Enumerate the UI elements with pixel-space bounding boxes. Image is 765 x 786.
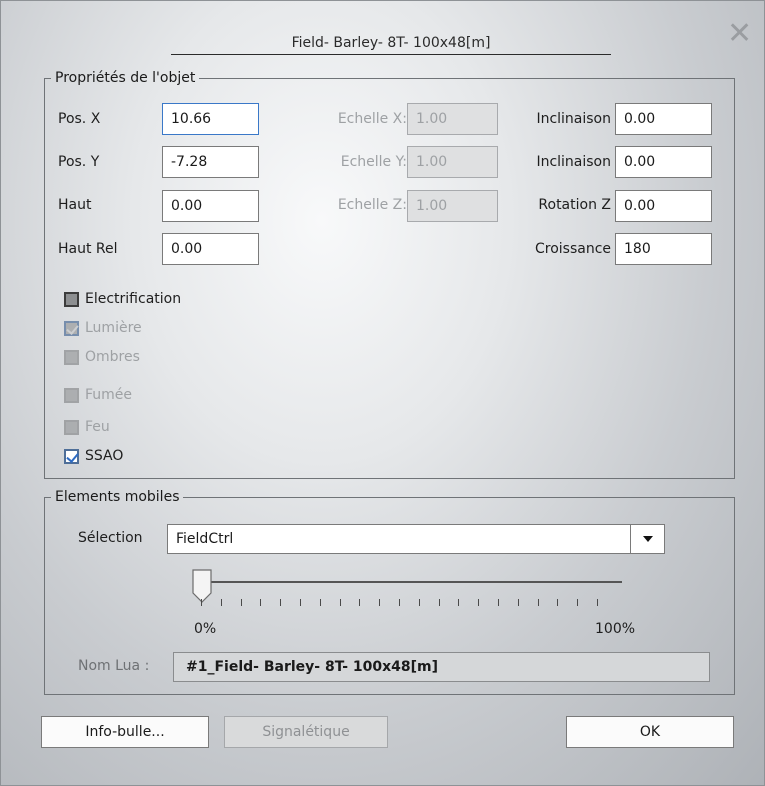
haut-rel-label: Haut Rel (58, 241, 118, 257)
slider-tick (597, 599, 598, 606)
slider-tick (439, 599, 440, 606)
slider-ticks (201, 599, 598, 609)
ombres-checkbox: Ombres (64, 349, 140, 365)
nom-lua-label: Nom Lua : (78, 658, 150, 674)
echelle-z-label: Echelle Z: (337, 197, 407, 213)
slider-max-label: 100% (595, 621, 636, 637)
echelle-y-label: Echelle Y: (340, 154, 407, 170)
slider-tick (458, 599, 459, 606)
slider-tick (359, 599, 360, 606)
echelle-x-input (407, 103, 498, 135)
signaletique-button: Signalétique (224, 716, 388, 748)
echelle-x-label: Echelle X: (337, 111, 407, 127)
ombres-box (64, 349, 79, 365)
lumiere-checkbox: Lumière (64, 320, 142, 336)
selection-label: Sélection (78, 530, 143, 546)
slider-tick (221, 599, 222, 606)
slider-tick (300, 599, 301, 606)
slider-tick (379, 599, 380, 606)
slider-tick (518, 599, 519, 606)
inclinaison-1-input[interactable] (615, 103, 712, 135)
dialog-title-wrap: Field- Barley- 8T- 100x48[m] (171, 35, 611, 51)
pos-x-label: Pos. X (58, 111, 101, 127)
lumiere-label: Lumière (85, 320, 142, 336)
haut-input[interactable] (162, 190, 259, 222)
inclinaison-2-input[interactable] (615, 146, 712, 178)
slider-tick (538, 599, 539, 606)
ombres-label: Ombres (85, 349, 140, 365)
feu-checkbox: Feu (64, 419, 110, 435)
rotation-z-input[interactable] (615, 190, 712, 222)
moving-elements-legend: Elements mobiles (55, 489, 180, 505)
inclinaison-1-label: Inclinaison (536, 111, 611, 127)
electrification-box[interactable] (64, 291, 79, 307)
pos-y-input[interactable] (162, 146, 259, 178)
dropdown-button[interactable] (630, 525, 664, 553)
nom-lua-field: #1_Field- Barley- 8T- 100x48[m] (173, 652, 710, 682)
info-bulle-button[interactable]: Info-bulle... (41, 716, 209, 748)
slider-tick (557, 599, 558, 606)
close-icon[interactable]: ✕ (727, 19, 752, 49)
dialog-title: Field- Barley- 8T- 100x48[m] (291, 35, 491, 51)
object-properties-dialog: Field- Barley- 8T- 100x48[m] ✕ Propriété… (0, 0, 765, 786)
echelle-z-input (407, 190, 498, 222)
haut-rel-input[interactable] (162, 233, 259, 265)
haut-label: Haut (58, 197, 92, 213)
slider-tick (419, 599, 420, 606)
slider-tick (399, 599, 400, 606)
slider-track[interactable] (194, 581, 622, 583)
selection-value: FieldCtrl (176, 531, 234, 547)
croissance-input[interactable] (615, 233, 712, 265)
feu-box (64, 419, 79, 435)
chevron-down-icon (642, 536, 653, 542)
pos-x-input[interactable] (162, 103, 259, 135)
feu-label: Feu (85, 419, 110, 435)
slider-tick (478, 599, 479, 606)
electrification-label: Electrification (85, 291, 182, 307)
object-properties-legend: Propriétés de l'objet (55, 70, 196, 86)
slider-tick (260, 599, 261, 606)
inclinaison-2-label: Inclinaison (536, 154, 611, 170)
ok-button[interactable]: OK (566, 716, 734, 748)
slider-tick (340, 599, 341, 606)
slider-tick (201, 599, 202, 606)
lumiere-box (64, 320, 79, 336)
slider-tick (577, 599, 578, 606)
croissance-label: Croissance (534, 241, 611, 257)
fumee-label: Fumée (85, 387, 133, 403)
ssao-box[interactable] (64, 448, 79, 464)
electrification-checkbox[interactable]: Electrification (64, 291, 181, 307)
ssao-label: SSAO (85, 448, 124, 464)
echelle-y-input (407, 146, 498, 178)
fumee-box (64, 387, 79, 403)
slider-tick (241, 599, 242, 606)
slider-tick (280, 599, 281, 606)
fumee-checkbox: Fumée (64, 387, 132, 403)
pos-y-label: Pos. Y (58, 154, 100, 170)
rotation-z-label: Rotation Z (538, 197, 611, 213)
title-underline (171, 54, 611, 55)
slider-tick (498, 599, 499, 606)
selection-dropdown[interactable]: FieldCtrl (167, 524, 665, 554)
slider-tick (320, 599, 321, 606)
ssao-checkbox[interactable]: SSAO (64, 448, 123, 464)
slider-min-label: 0% (194, 621, 217, 637)
